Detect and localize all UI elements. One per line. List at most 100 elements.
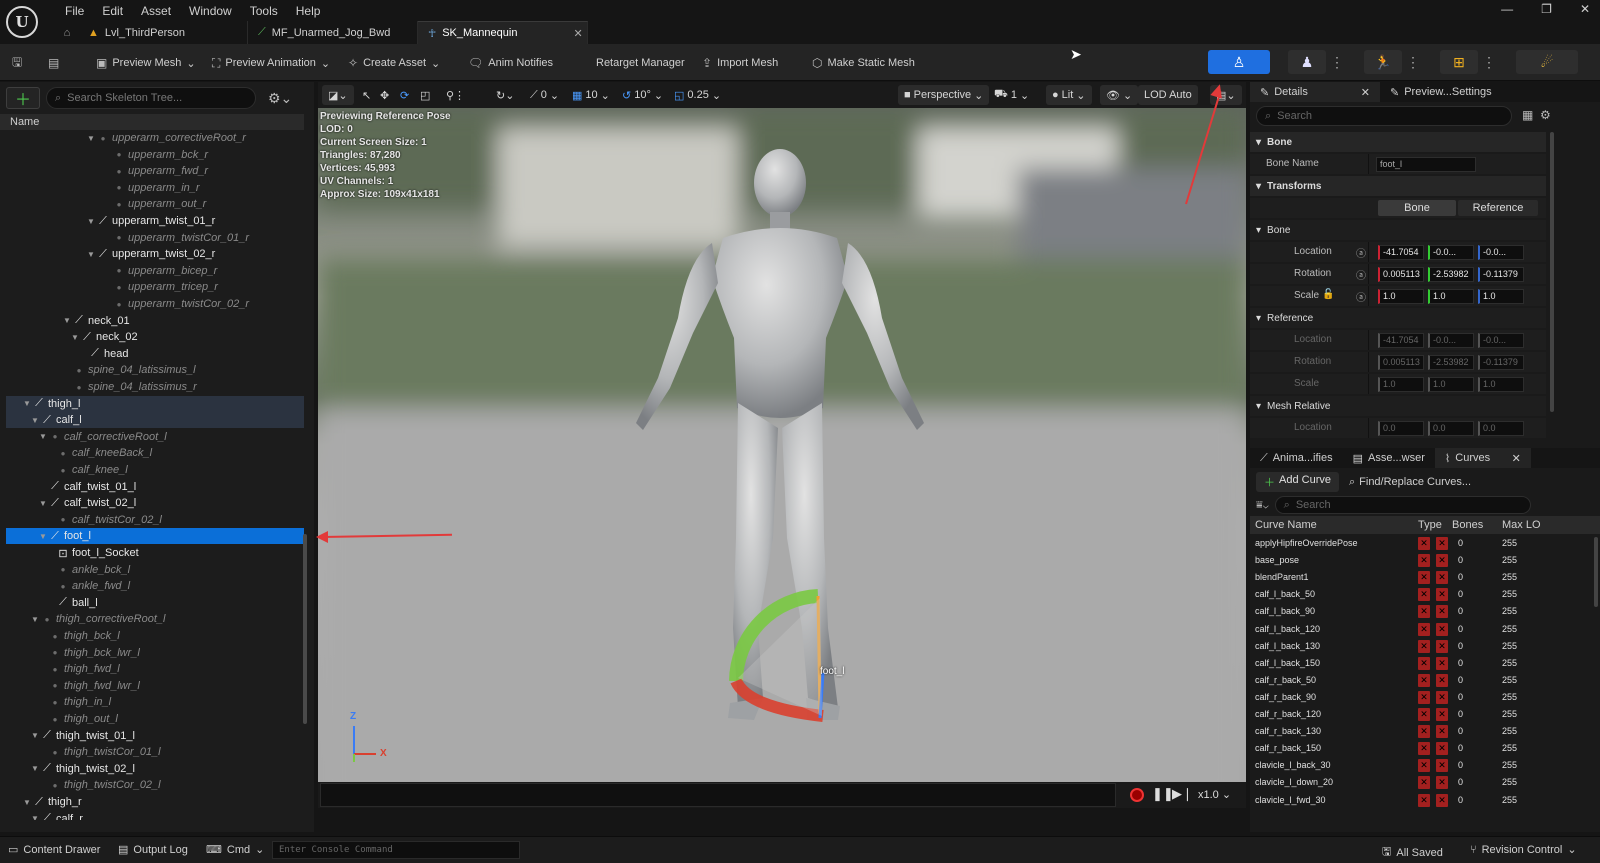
curve-row[interactable]: calf_r_back_150 ✕ ✕ 0 255 (1250, 740, 1570, 757)
rotation-x[interactable]: 0.005113 (1378, 267, 1424, 282)
bone-row[interactable]: ● thigh_out_l (6, 711, 304, 727)
menu-edit[interactable]: Edit (93, 3, 132, 19)
pivot-tool-icon[interactable]: ⚲⋮ (446, 85, 465, 105)
curve-row[interactable]: applyHipfireOverridePose ✕ ✕ 0 255 (1250, 535, 1570, 552)
create-asset-button[interactable]: ✧ Create Asset ⌄ (348, 53, 440, 73)
gear-icon[interactable]: ⚙⌄ (268, 90, 292, 107)
bone-row[interactable]: ▼ ⟋ calf_l (6, 412, 304, 429)
home-icon[interactable]: ⌂ (56, 21, 78, 44)
step-forward-button[interactable]: ▶❘ (1172, 786, 1193, 802)
bone-row[interactable]: ● thigh_in_l (6, 694, 304, 710)
menu-window[interactable]: Window (180, 3, 241, 19)
expand-caret-icon[interactable]: ▼ (22, 399, 32, 408)
material-type-icon[interactable]: ✕ (1436, 776, 1448, 790)
surface-snap-button[interactable]: ⟋ 0 ⌄ (530, 85, 559, 105)
curves-search-input[interactable]: ⌕ Search (1274, 496, 1531, 514)
bone-row[interactable]: ▼ ⟋ calf_r (6, 811, 304, 820)
add-curve-button[interactable]: ＋ Add Curve (1256, 472, 1339, 492)
morph-target-type-icon[interactable]: ✕ (1418, 793, 1430, 807)
filter-icon[interactable]: ⩸⌄ (1256, 499, 1269, 512)
material-type-icon[interactable]: ✕ (1436, 605, 1448, 619)
bone-row[interactable]: ● upperarm_fwd_r (6, 163, 304, 179)
table-view-icon[interactable]: ▦ (1522, 108, 1533, 122)
lit-button[interactable]: ● Lit ⌄ (1046, 85, 1092, 105)
tab-asset-browser[interactable]: ▤ Asse...wser (1343, 448, 1435, 468)
coordinate-space-button[interactable]: ↻⌄ (496, 85, 514, 105)
skeleton-tree-list[interactable]: ▼ ● upperarm_correctiveRoot_r ● upperarm_bck… (0, 130, 314, 820)
morph-target-type-icon[interactable]: ✕ (1418, 537, 1430, 550)
bone-row[interactable]: ⟋ head (6, 346, 304, 362)
bone-toggle[interactable]: Bone (1378, 200, 1456, 216)
expand-caret-icon[interactable]: ▼ (38, 432, 48, 441)
curve-row[interactable]: clavicle_l_down_20 ✕ ✕ 0 255 (1250, 774, 1570, 791)
mesh-mode-options-icon[interactable]: ⋮ (1330, 50, 1344, 74)
viewport-options-button[interactable]: ◪⌄ (322, 85, 354, 105)
mesh-mode-button[interactable]: ♟ (1288, 50, 1326, 74)
import-mesh-button[interactable]: ⇪ Import Mesh (702, 53, 778, 73)
bone-row[interactable]: ▼ ⟋ neck_01 (6, 313, 304, 329)
bone-row[interactable]: ▼ ⟋ neck_02 (6, 329, 304, 345)
menu-file[interactable]: File (56, 3, 93, 19)
bone-row[interactable]: ● ankle_fwd_l (6, 578, 304, 594)
save-icon[interactable]: 🖫 (12, 53, 22, 73)
col-max-lod[interactable]: Max LO (1502, 519, 1541, 531)
menu-asset[interactable]: Asset (132, 3, 180, 19)
perspective-button[interactable]: ■ Perspective ⌄ (898, 85, 990, 105)
expand-caret-icon[interactable]: ▼ (30, 615, 40, 624)
scale-z[interactable]: 1.0 (1478, 289, 1524, 304)
morph-target-type-icon[interactable]: ✕ (1418, 656, 1430, 670)
material-type-icon[interactable]: ✕ (1436, 656, 1448, 670)
bone-row[interactable]: ● thigh_bck_l (6, 628, 304, 644)
bone-row[interactable]: ● upperarm_twistCor_01_r (6, 230, 304, 246)
location-x[interactable]: -41.7054 (1378, 245, 1424, 260)
rotation-snap-button[interactable]: ↺ 10° ⌄ (622, 85, 663, 105)
expand-caret-icon[interactable]: ▼ (86, 217, 96, 226)
all-saved-button[interactable]: 🖫 All Saved (1382, 843, 1443, 862)
bone-row[interactable]: ● calf_knee_l (6, 462, 304, 478)
bone-row[interactable]: ● calf_kneeBack_l (6, 445, 304, 461)
revision-control-button[interactable]: ⑂ Revision Control ⌄ (1470, 843, 1577, 857)
section-bone[interactable]: ▾ Bone (1250, 132, 1546, 152)
blueprint-mode-options-icon[interactable]: ⋮ (1482, 50, 1496, 74)
expand-caret-icon[interactable]: ▼ (30, 731, 40, 740)
preview-animation-button[interactable]: ⛶ Preview Animation ⌄ (212, 53, 330, 73)
close-icon[interactable]: ✕ (573, 27, 582, 40)
material-type-icon[interactable]: ✕ (1436, 622, 1448, 636)
bone-row[interactable]: ● upperarm_in_r (6, 180, 304, 196)
details-scrollbar[interactable] (1550, 132, 1554, 412)
bone-row[interactable]: ● calf_twistCor_02_l (6, 512, 304, 528)
bone-row[interactable]: ⊡ foot_l_Socket (6, 545, 304, 561)
lock-icon[interactable]: 🔓 (1322, 289, 1334, 300)
expand-caret-icon[interactable]: ▼ (70, 333, 80, 342)
tab-curves[interactable]: ⌇ Curves ✕ (1434, 448, 1531, 468)
material-type-icon[interactable]: ✕ (1436, 759, 1448, 773)
bone-row[interactable]: ● thigh_twistCor_02_l (6, 777, 304, 793)
morph-target-type-icon[interactable]: ✕ (1418, 776, 1430, 790)
restore-icon[interactable]: ❐ (1541, 2, 1552, 16)
bone-row[interactable]: ▼ ⟋ upperarm_twist_02_r (6, 246, 304, 262)
bone-row[interactable]: ▼ ● upperarm_correctiveRoot_r (6, 130, 304, 146)
world-space-icon[interactable]: ⓐ (1356, 245, 1366, 260)
material-type-icon[interactable]: ✕ (1436, 690, 1448, 704)
material-type-icon[interactable]: ✕ (1436, 588, 1448, 602)
bone-row[interactable]: ● upperarm_twistCor_02_r (6, 296, 304, 312)
curve-row[interactable]: calf_l_back_150 ✕ ✕ 0 255 (1250, 655, 1570, 672)
pause-button[interactable]: ❚❚ (1152, 786, 1174, 802)
make-static-mesh-button[interactable]: ⬡ Make Static Mesh (812, 53, 915, 73)
curve-row[interactable]: calf_r_back_50 ✕ ✕ 0 255 (1250, 672, 1570, 689)
bone-row[interactable]: ● upperarm_bicep_r (6, 263, 304, 279)
bone-row[interactable]: ▼ ⟋ foot_l (6, 528, 304, 545)
curve-row[interactable]: calf_r_back_130 ✕ ✕ 0 255 (1250, 723, 1570, 740)
gear-icon[interactable]: ⚙ (1540, 108, 1551, 122)
tab-mf-unarmed-jog-bwd[interactable]: ⟋ MF_Unarmed_Jog_Bwd (248, 21, 418, 44)
select-tool-icon[interactable]: ↖ (362, 85, 371, 105)
bone-row[interactable]: ● thigh_fwd_lwr_l (6, 678, 304, 694)
skeleton-search-input[interactable]: ⌕ Search Skeleton Tree... (46, 87, 256, 109)
tab-lvl-thirdperson[interactable]: ▲ Lvl_ThirdPerson (78, 21, 248, 44)
skeleton-mode-button[interactable]: ♙ (1208, 50, 1270, 74)
bone-row[interactable]: ▼ ● thigh_correctiveRoot_l (6, 611, 304, 627)
translate-tool-icon[interactable]: ✥ (380, 85, 389, 105)
curves-list[interactable]: applyHipfireOverridePose ✕ ✕ 0 255 base_pose ✕… (1250, 535, 1600, 815)
bone-row[interactable]: ● upperarm_tricep_r (6, 279, 304, 295)
bone-row[interactable]: ● spine_04_latissimus_r (6, 379, 304, 395)
